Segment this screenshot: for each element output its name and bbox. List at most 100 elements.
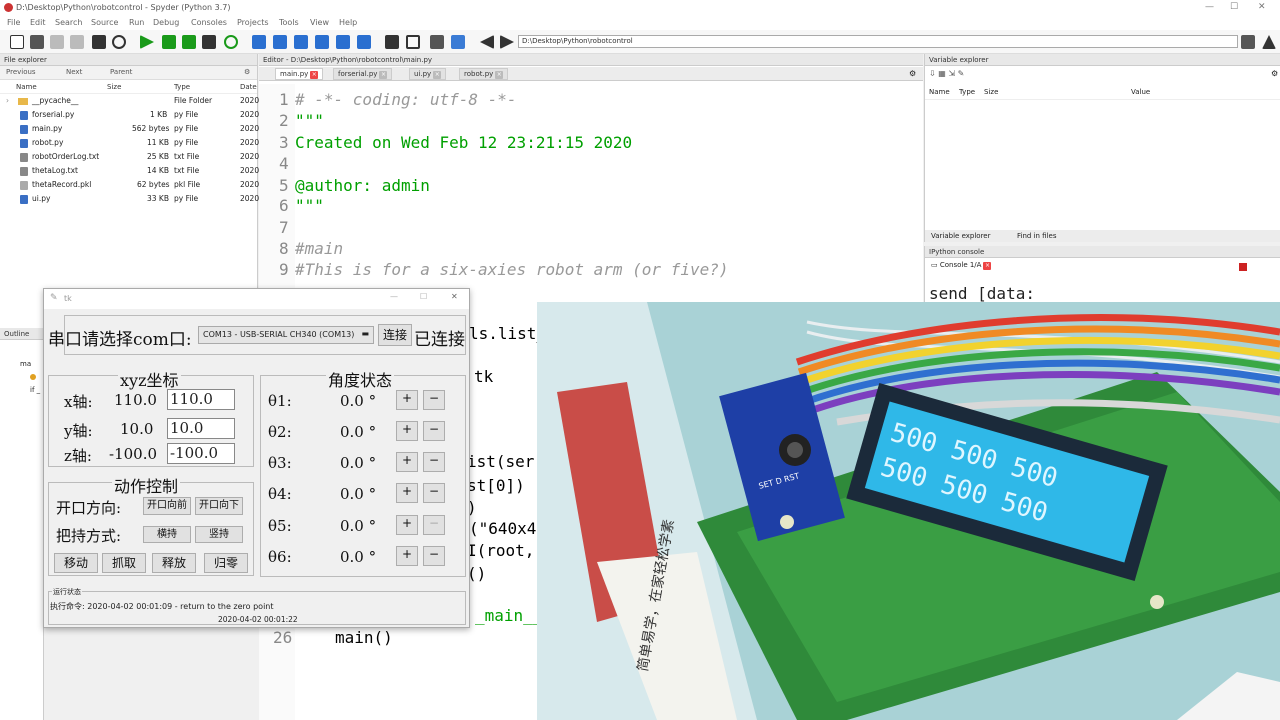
file-row[interactable]: main.py 562 bytes py File 2020 xyxy=(0,122,259,136)
code-line[interactable]: # -*- coding: utf-8 -*- xyxy=(295,90,517,109)
menu-source[interactable]: Source xyxy=(91,18,118,27)
col-date[interactable]: Date xyxy=(240,83,257,91)
close-tab-icon[interactable]: × xyxy=(379,71,388,79)
gear-icon[interactable]: ⚙ xyxy=(244,68,250,76)
file-row[interactable]: › __pycache__ File Folder 2020 xyxy=(0,94,259,108)
theta1-minus-button[interactable]: − xyxy=(423,390,445,410)
open-folder-icon[interactable] xyxy=(30,35,44,49)
rerun-icon[interactable] xyxy=(224,35,238,49)
code-line[interactable]: #This is for a six-axies robot arm (or f… xyxy=(295,260,728,279)
save-icon[interactable] xyxy=(50,35,64,49)
theta4-plus-button[interactable]: + xyxy=(396,483,418,503)
code-line[interactable]: @author: admin xyxy=(295,176,430,195)
stop-console-icon[interactable] xyxy=(1239,263,1247,271)
maximize-button[interactable]: ☐ xyxy=(1230,2,1238,12)
menu-projects[interactable]: Projects xyxy=(237,18,269,27)
file-row[interactable]: ui.py 33 KB py File 2020 xyxy=(0,192,259,206)
console-tab[interactable]: ▭ Console 1/A × xyxy=(931,261,992,273)
list-icon[interactable] xyxy=(92,35,106,49)
run-icon[interactable] xyxy=(140,35,154,49)
gear-icon[interactable]: ⚙ xyxy=(909,69,916,78)
file-row[interactable]: robotOrderLog.txt 25 KB txt File 2020 xyxy=(0,150,259,164)
debug-icon[interactable] xyxy=(252,35,266,49)
y-axis-input[interactable]: 10.0 xyxy=(167,418,235,439)
menu-help[interactable]: Help xyxy=(339,18,357,27)
outline-item[interactable]: ma xyxy=(20,360,31,368)
z-axis-input[interactable]: -100.0 xyxy=(167,443,235,464)
gear-icon[interactable]: ⚙ xyxy=(1271,69,1278,78)
code-line[interactable]: Created on Wed Feb 12 23:21:15 2020 xyxy=(295,133,632,152)
col-size[interactable]: Size xyxy=(107,83,121,91)
working-directory-input[interactable]: D:\Desktop\Python\robotcontrol xyxy=(518,35,1238,48)
theta4-minus-button[interactable]: − xyxy=(423,483,445,503)
file-row[interactable]: forserial.py 1 KB py File 2020 xyxy=(0,108,259,122)
menu-run[interactable]: Run xyxy=(129,18,144,27)
grab-button[interactable]: 抓取 xyxy=(102,553,146,573)
back-arrow-icon[interactable] xyxy=(480,35,494,49)
close-tab-icon[interactable]: × xyxy=(495,71,504,79)
run-cell-icon[interactable] xyxy=(162,35,176,49)
forward-arrow-icon[interactable] xyxy=(500,35,514,49)
parent-directory-icon[interactable] xyxy=(1262,35,1276,49)
outline-item[interactable]: if _ xyxy=(30,386,40,394)
close-tab-icon[interactable]: × xyxy=(310,71,319,79)
step-into-icon[interactable] xyxy=(294,35,308,49)
tab-variable-explorer[interactable]: Variable explorer xyxy=(931,232,990,240)
save-all-icon[interactable] xyxy=(70,35,84,49)
x-axis-input[interactable]: 110.0 xyxy=(167,389,235,410)
tab-ui-py[interactable]: ui.py × xyxy=(409,68,447,80)
import-data-icon[interactable]: ⇩ ▦ ⇲ ✎ xyxy=(929,69,964,78)
com-port-select[interactable]: COM13 - USB-SERIAL CH340 (COM13) ▬ xyxy=(198,326,374,344)
maximize-button[interactable]: ☐ xyxy=(420,292,427,301)
release-button[interactable]: 释放 xyxy=(152,553,196,573)
at-icon[interactable] xyxy=(112,35,126,49)
maximize-pane-icon[interactable] xyxy=(385,35,399,49)
code-line[interactable]: """ xyxy=(295,111,324,130)
open-front-button[interactable]: 开口向前 xyxy=(143,497,191,515)
step-icon[interactable] xyxy=(273,35,287,49)
close-tab-icon[interactable]: × xyxy=(433,71,442,79)
grip-horizontal-button[interactable]: 横持 xyxy=(143,526,191,543)
step-return-icon[interactable] xyxy=(315,35,329,49)
col-type[interactable]: Type xyxy=(174,83,190,91)
connect-button[interactable]: 连接 xyxy=(378,324,412,346)
new-file-icon[interactable] xyxy=(10,35,24,49)
next-button[interactable]: Next xyxy=(66,68,82,76)
code-line[interactable]: """ xyxy=(295,196,324,215)
expand-arrow-icon[interactable]: › xyxy=(6,96,9,105)
close-button[interactable]: ✕ xyxy=(1258,2,1266,12)
file-row[interactable]: thetaLog.txt 14 KB txt File 2020 xyxy=(0,164,259,178)
tab-main-py[interactable]: main.py × xyxy=(275,68,324,80)
stop-debug-icon[interactable] xyxy=(357,35,371,49)
menu-tools[interactable]: Tools xyxy=(279,18,299,27)
continue-icon[interactable] xyxy=(336,35,350,49)
minimize-button[interactable]: — xyxy=(390,292,398,301)
menu-debug[interactable]: Debug xyxy=(153,18,179,27)
theta2-plus-button[interactable]: + xyxy=(396,421,418,441)
menu-search[interactable]: Search xyxy=(55,18,82,27)
theta2-minus-button[interactable]: − xyxy=(423,421,445,441)
close-tab-icon[interactable]: × xyxy=(983,262,992,270)
previous-button[interactable]: Previous xyxy=(6,68,36,76)
theta6-plus-button[interactable]: + xyxy=(396,546,418,566)
code-line[interactable]: #main xyxy=(295,239,343,258)
theta3-minus-button[interactable]: − xyxy=(423,452,445,472)
theta6-minus-button[interactable]: − xyxy=(423,546,445,566)
tab-forserial-py[interactable]: forserial.py × xyxy=(333,68,393,80)
python-path-icon[interactable] xyxy=(451,35,465,49)
run-selection-icon[interactable] xyxy=(202,35,216,49)
menu-consoles[interactable]: Consoles xyxy=(191,18,227,27)
theta5-plus-button[interactable]: + xyxy=(396,515,418,535)
file-row[interactable]: thetaRecord.pkl 62 bytes pkl File 2020 xyxy=(0,178,259,192)
tab-find-in-files[interactable]: Find in files xyxy=(1017,232,1056,240)
close-button[interactable]: ✕ xyxy=(451,292,458,301)
open-down-button[interactable]: 开口向下 xyxy=(195,497,243,515)
fullscreen-icon[interactable] xyxy=(406,35,420,49)
menu-view[interactable]: View xyxy=(310,18,329,27)
theta3-plus-button[interactable]: + xyxy=(396,452,418,472)
minimize-button[interactable]: — xyxy=(1205,2,1214,12)
browse-folder-icon[interactable] xyxy=(1241,35,1255,49)
file-row[interactable]: robot.py 11 KB py File 2020 xyxy=(0,136,259,150)
grip-vertical-button[interactable]: 竖持 xyxy=(195,526,243,543)
col-name[interactable]: Name xyxy=(16,83,37,91)
